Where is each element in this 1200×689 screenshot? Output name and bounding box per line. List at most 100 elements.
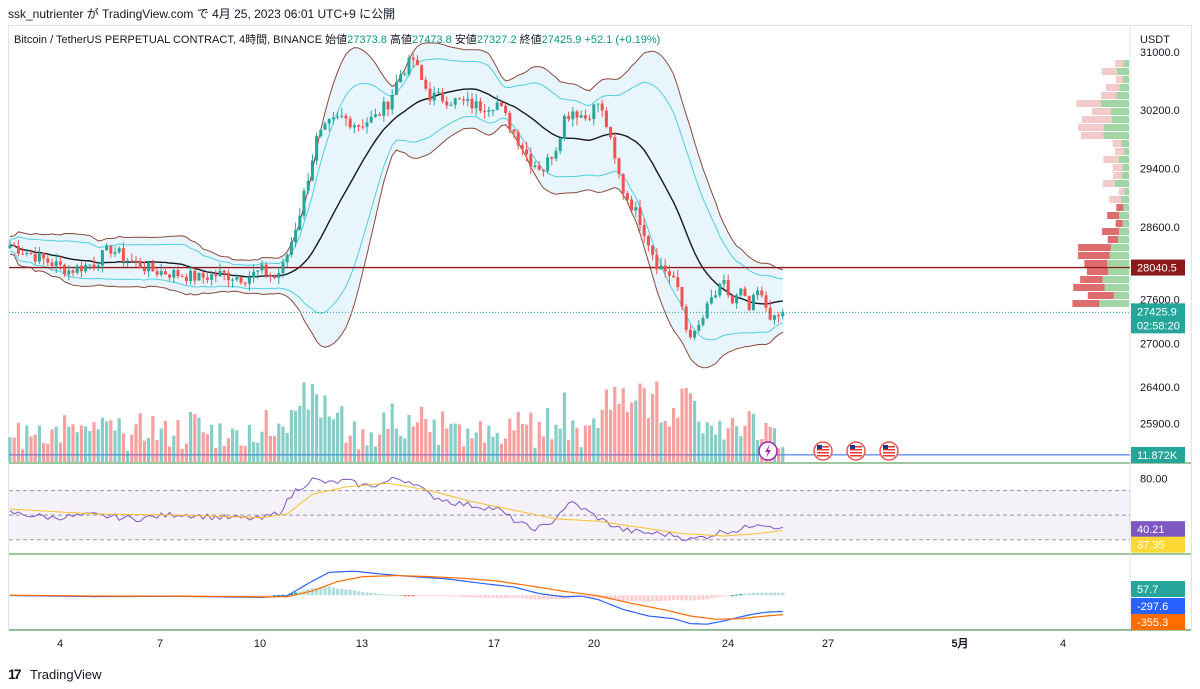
- candle: [533, 165, 537, 167]
- profile-bar-up: [1108, 268, 1129, 275]
- price-tick-label: 28600.0: [1140, 222, 1180, 234]
- macd-histogram-bar: [533, 595, 537, 600]
- candle: [21, 253, 25, 255]
- candle: [298, 215, 302, 230]
- candle: [516, 132, 520, 146]
- candle: [252, 271, 256, 278]
- volume-bar: [75, 432, 79, 462]
- macd-histogram-bar: [537, 595, 541, 600]
- volume-bar: [478, 421, 482, 462]
- volume-bar: [420, 406, 424, 462]
- macd-histogram-bar: [466, 595, 470, 598]
- candle: [693, 330, 697, 338]
- candle: [445, 101, 449, 106]
- candle: [411, 57, 415, 60]
- candle: [176, 269, 180, 277]
- macd-histogram-bar: [508, 595, 512, 598]
- flag-stripe: [850, 449, 862, 451]
- macd-panel: [8, 570, 785, 625]
- volume-bar: [588, 425, 592, 462]
- volume-bar: [642, 388, 646, 462]
- candle: [201, 272, 205, 278]
- macd-histogram-bar: [646, 595, 650, 602]
- volume-bar: [264, 409, 268, 462]
- macd-histogram-bar: [487, 595, 491, 598]
- volume-bar: [147, 438, 151, 462]
- open-label: 始値: [325, 34, 348, 46]
- candle: [361, 126, 365, 128]
- candle: [285, 254, 289, 263]
- volume-bar: [218, 423, 222, 462]
- volume-bar: [386, 428, 390, 462]
- macd-histogram-bar: [256, 595, 260, 597]
- volume-bar: [327, 416, 331, 462]
- candle: [92, 264, 96, 268]
- chart-canvas[interactable]: USDT31000.030200.029400.028600.027600.02…: [0, 0, 1200, 689]
- macd-histogram-bar: [373, 593, 377, 596]
- profile-bar-down: [1086, 268, 1109, 275]
- candle: [424, 79, 428, 89]
- volume-bar: [176, 420, 180, 462]
- candle: [546, 157, 550, 172]
- volume-bar: [247, 424, 251, 462]
- macd-histogram-bar: [247, 595, 251, 597]
- volume-bar: [277, 423, 281, 462]
- macd-histogram-bar: [474, 595, 478, 598]
- volume-bar: [252, 441, 256, 462]
- macd-histogram-bar: [399, 595, 403, 597]
- profile-bar-up: [1102, 276, 1129, 283]
- us-flag-icon[interactable]: [846, 441, 866, 461]
- macd-histogram-bar: [478, 595, 482, 598]
- macd-histogram-bar: [441, 595, 445, 597]
- candle: [306, 180, 310, 191]
- macd-histogram-bar: [693, 595, 697, 601]
- macd-histogram-bar: [747, 593, 751, 596]
- candle: [348, 118, 352, 128]
- profile-bar-up: [1110, 244, 1129, 251]
- candle: [575, 111, 579, 118]
- macd-histogram-bar: [701, 595, 705, 600]
- profile-bar-up: [1099, 300, 1129, 307]
- macd-histogram-bar: [260, 595, 264, 597]
- volume-bar: [491, 436, 495, 462]
- macd-histogram-bar: [684, 595, 688, 601]
- time-tick-label: 20: [588, 638, 600, 650]
- macd-histogram-bar: [781, 593, 785, 596]
- volume-bar: [100, 417, 104, 462]
- flash-icon[interactable]: [758, 441, 778, 461]
- candle: [29, 253, 33, 255]
- volume-bar: [256, 442, 260, 462]
- candle: [743, 288, 747, 297]
- us-flag-icon[interactable]: [813, 441, 833, 461]
- macd-histogram-bar: [525, 595, 529, 599]
- candle: [184, 276, 188, 282]
- candle: [336, 116, 340, 118]
- profile-bar-up: [1117, 236, 1129, 243]
- candle: [730, 295, 734, 304]
- macd-histogram-bar: [365, 592, 369, 596]
- signal-line: [9, 574, 783, 620]
- macd-histogram-bar: [264, 595, 268, 597]
- volume-bar: [537, 421, 541, 462]
- macd-histogram-bar: [546, 595, 550, 600]
- macd-histogram-bar: [751, 593, 755, 596]
- candle: [684, 306, 688, 330]
- volume-bar: [235, 430, 239, 462]
- volume-bar: [365, 445, 369, 462]
- candle: [441, 92, 445, 102]
- profile-bar-down: [1076, 100, 1101, 107]
- candle: [67, 270, 71, 275]
- volume-bar: [432, 419, 436, 462]
- profile-bar-up: [1107, 260, 1129, 267]
- candle: [621, 173, 625, 194]
- macd-histogram-bar: [428, 595, 432, 597]
- us-flag-icon[interactable]: [879, 441, 899, 461]
- macd-histogram-bar: [520, 595, 524, 599]
- profile-bar-down: [1107, 236, 1118, 243]
- candle: [777, 315, 781, 317]
- profile-bar-down: [1102, 180, 1115, 187]
- macd-histogram-bar: [252, 595, 256, 597]
- profile-bar-down: [1080, 132, 1104, 139]
- macd-histogram-bar: [411, 595, 415, 597]
- volume-bar: [243, 446, 247, 462]
